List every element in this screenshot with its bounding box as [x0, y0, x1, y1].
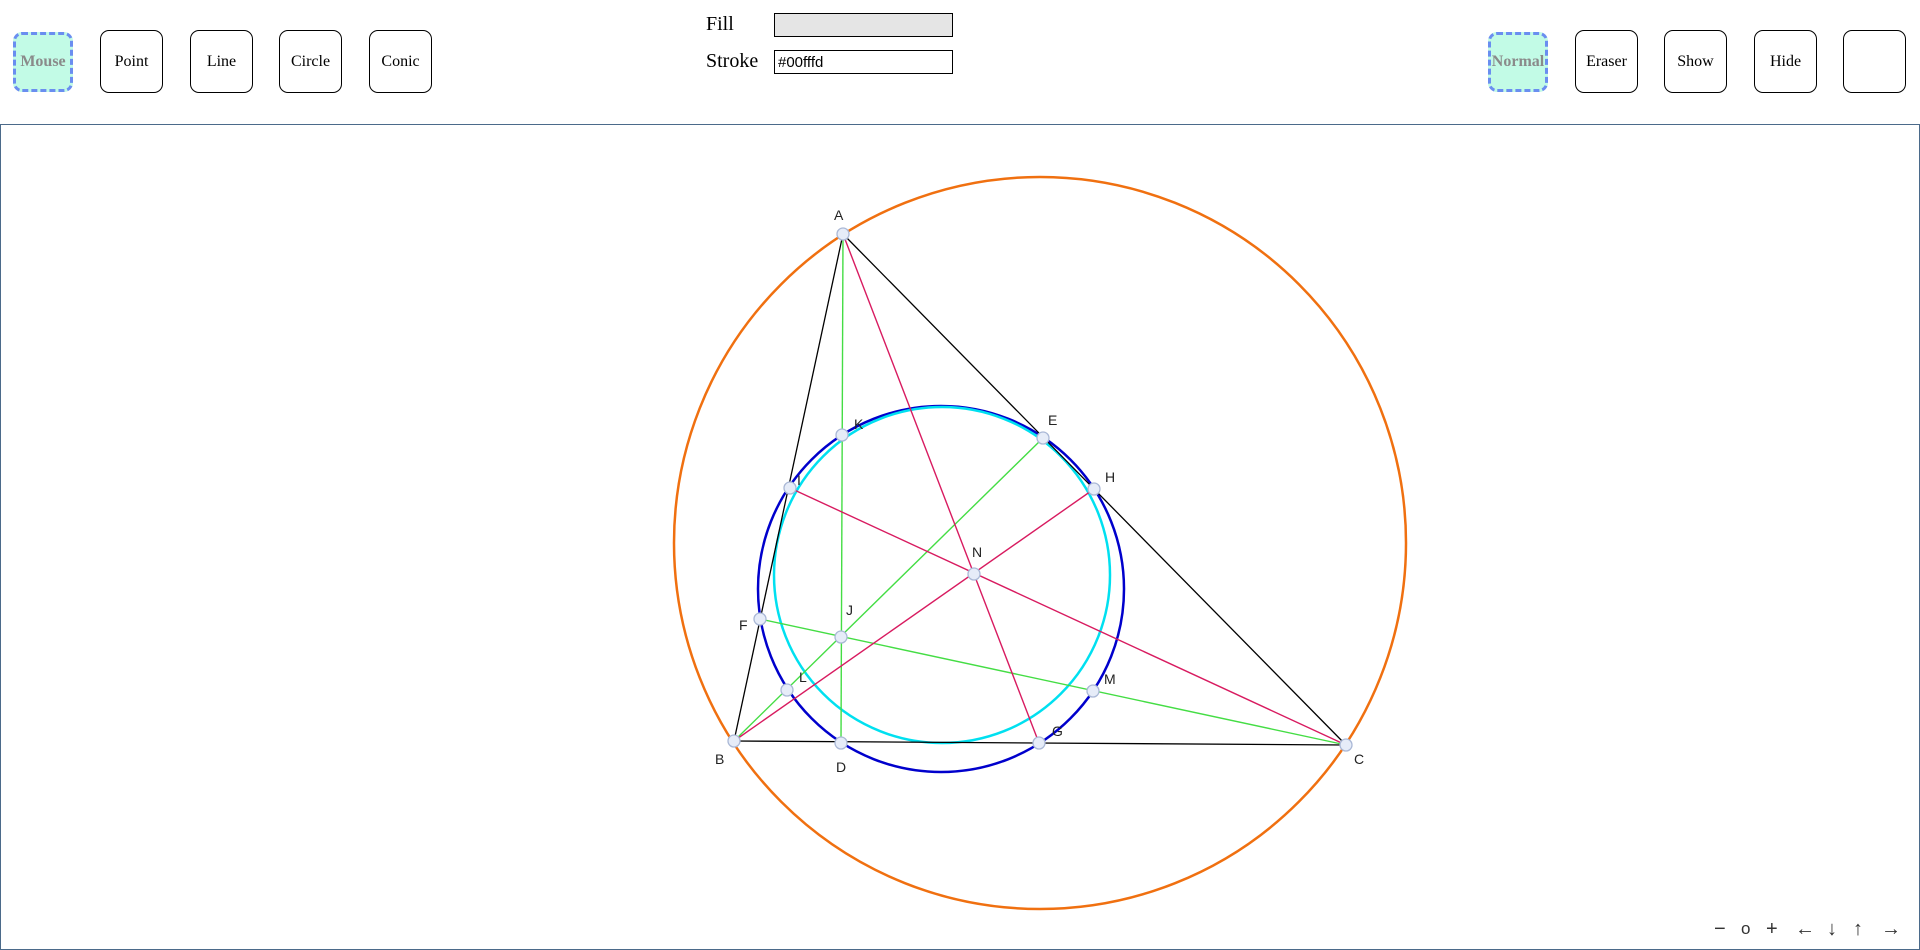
nine-point-circle[interactable] — [756, 404, 1126, 774]
line-tool-button[interactable]: Line — [190, 30, 253, 93]
pan-up-button[interactable]: ↑ — [1853, 917, 1863, 941]
svg-text:D: D — [836, 759, 846, 775]
stroke-label: Stroke — [706, 50, 759, 72]
zoom-reset-button[interactable]: o — [1741, 917, 1750, 941]
point-i[interactable]: I — [783, 472, 801, 495]
fill-input[interactable] — [774, 13, 953, 37]
circumcircle[interactable] — [672, 175, 1408, 911]
hide-button[interactable]: Hide — [1754, 30, 1817, 93]
extra-tool-button[interactable] — [1843, 30, 1906, 93]
cyan-circle[interactable] — [772, 405, 1112, 745]
svg-text:C: C — [1354, 751, 1364, 767]
svg-text:F: F — [739, 617, 748, 633]
svg-text:M: M — [1104, 671, 1116, 687]
svg-text:K: K — [854, 416, 864, 432]
point-a[interactable]: A — [834, 207, 850, 241]
point-d[interactable]: D — [834, 736, 848, 775]
pan-down-button[interactable]: ↓ — [1827, 917, 1837, 941]
point-j[interactable]: J — [834, 602, 853, 644]
svg-text:I: I — [797, 472, 801, 488]
fill-label: Fill — [706, 13, 734, 35]
svg-text:G: G — [1052, 723, 1063, 739]
point-b[interactable]: B — [715, 734, 741, 767]
line-ag[interactable] — [842, 233, 1040, 744]
normal-mode-button[interactable]: Normal — [1488, 32, 1548, 92]
pan-left-button[interactable]: ← — [1795, 917, 1815, 941]
line-bh[interactable] — [733, 488, 1095, 742]
point-e[interactable]: E — [1036, 412, 1057, 445]
svg-text:E: E — [1048, 412, 1057, 428]
zoom-in-button[interactable]: + — [1766, 917, 1778, 941]
pan-right-button[interactable]: → — [1881, 917, 1901, 941]
point-h[interactable]: H — [1087, 469, 1115, 496]
altitude-be[interactable] — [733, 437, 1044, 742]
show-button[interactable]: Show — [1664, 30, 1727, 93]
mouse-tool-button[interactable]: Mouse — [13, 32, 73, 92]
svg-text:B: B — [715, 751, 724, 767]
line-ci[interactable] — [789, 487, 1347, 746]
svg-text:L: L — [799, 669, 807, 685]
zoom-out-button[interactable]: − — [1714, 917, 1726, 941]
eraser-button[interactable]: Eraser — [1575, 30, 1638, 93]
drawing-canvas[interactable]: A B C D E F G H I J K L M N − o + ← ↓ ↑ … — [0, 124, 1920, 950]
conic-tool-button[interactable]: Conic — [369, 30, 432, 93]
svg-text:A: A — [834, 207, 844, 223]
svg-text:H: H — [1105, 469, 1115, 485]
point-k[interactable]: K — [835, 416, 864, 442]
point-n[interactable]: N — [967, 544, 982, 581]
geometry-construction[interactable]: A B C D E F G H I J K L M N — [1, 125, 1919, 949]
svg-text:J: J — [846, 602, 853, 618]
point-tool-button[interactable]: Point — [100, 30, 163, 93]
stroke-input[interactable] — [774, 50, 953, 74]
circle-tool-button[interactable]: Circle — [279, 30, 342, 93]
point-c[interactable]: C — [1339, 738, 1364, 767]
svg-text:N: N — [972, 544, 982, 560]
